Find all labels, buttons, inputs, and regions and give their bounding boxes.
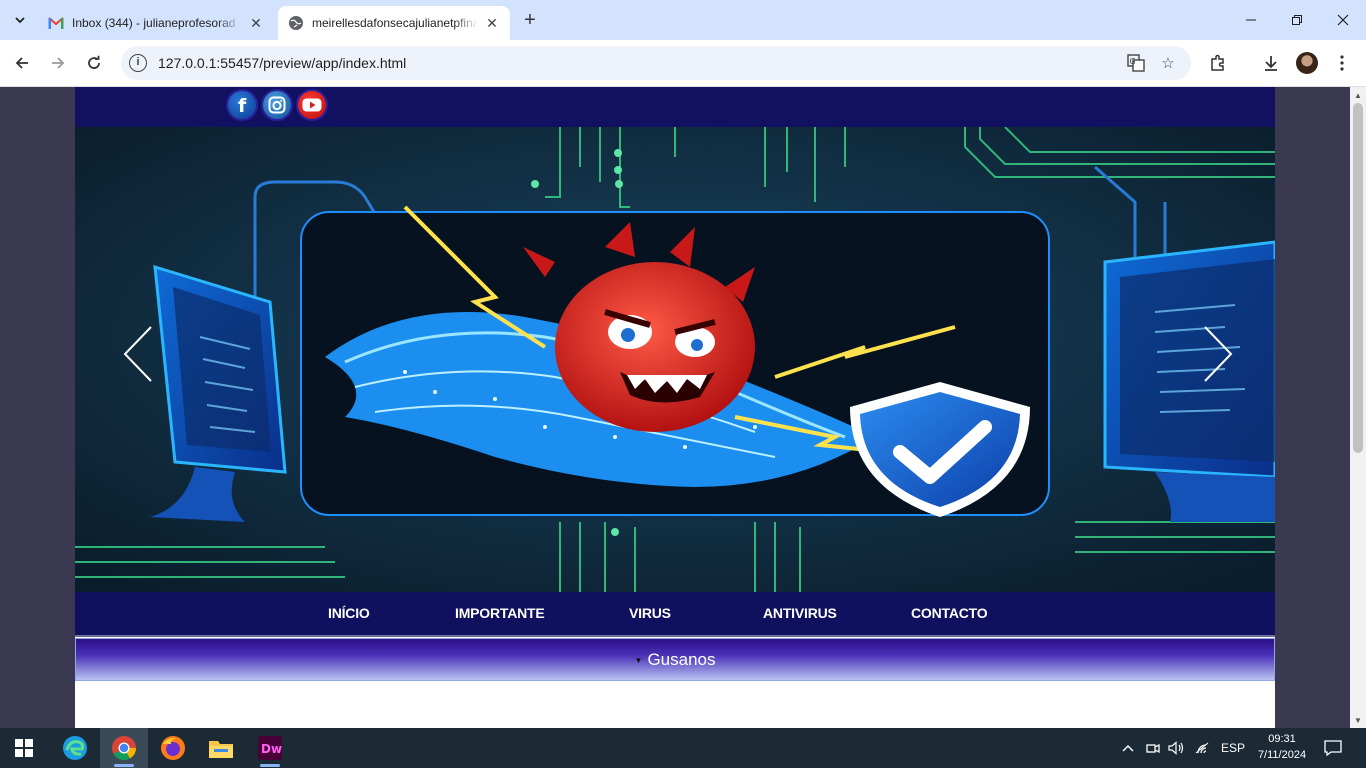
minimize-button[interactable] (1228, 0, 1274, 40)
forward-button[interactable] (45, 50, 71, 76)
tab-search-button[interactable] (8, 8, 32, 32)
active-app-indicator (114, 764, 134, 767)
taskbar-dreamweaver[interactable]: Dw (246, 728, 294, 768)
tab-preview[interactable]: meirellesdafonsecajulianetpfina ✕ (278, 6, 510, 40)
extensions-button[interactable] (1205, 50, 1231, 76)
download-icon (1265, 56, 1277, 71)
meet-now-icon[interactable] (1146, 728, 1160, 768)
avatar (1296, 52, 1318, 74)
site-container: f INÍCIO IMPORTANTE VIRUS ANTIVIRUS CONT… (75, 87, 1275, 728)
dreamweaver-icon: Dw (258, 736, 282, 760)
clock-time: 09:31 (1268, 733, 1296, 745)
youtube-icon (302, 98, 322, 112)
caret-down-icon: ▼ (634, 656, 643, 665)
downloads-button[interactable] (1258, 50, 1284, 76)
scroll-up-icon[interactable]: ▲ (1353, 91, 1363, 100)
close-window-button[interactable] (1320, 0, 1366, 40)
restore-icon (1292, 15, 1302, 25)
chevron-up-icon (1122, 744, 1134, 752)
restore-button[interactable] (1274, 0, 1320, 40)
gmail-icon (48, 15, 64, 31)
scrollbar-thumb[interactable] (1353, 103, 1363, 453)
close-tab-icon[interactable]: ✕ (484, 15, 500, 31)
minimize-icon (1246, 19, 1256, 21)
close-tab-icon[interactable]: ✕ (248, 15, 264, 31)
instagram-icon (268, 96, 286, 114)
system-clock[interactable]: 09:31 7/11/2024 (1254, 731, 1310, 763)
menu-item-inicio[interactable]: INÍCIO (328, 605, 370, 621)
notification-icon (1324, 740, 1342, 756)
svg-text:f: f (238, 95, 247, 115)
active-app-indicator (260, 764, 280, 767)
carousel-next-button[interactable] (1197, 322, 1237, 392)
main-menu: INÍCIO IMPORTANTE VIRUS ANTIVIRUS CONTAC… (75, 592, 1275, 637)
taskbar-firefox[interactable] (149, 728, 197, 768)
globe-icon (288, 15, 304, 31)
chevron-left-icon (123, 326, 152, 382)
show-hidden-icons[interactable] (1121, 728, 1135, 768)
clock-date: 7/11/2024 (1257, 749, 1307, 761)
network-icon[interactable] (1194, 728, 1210, 768)
menu-item-contacto[interactable]: CONTACTO (911, 605, 988, 621)
edge-icon (63, 736, 87, 760)
browser-menu-button[interactable] (1329, 50, 1355, 76)
menu-item-antivirus[interactable]: ANTIVIRUS (763, 605, 837, 621)
puzzle-icon (1211, 54, 1224, 71)
accordion-gusanos[interactable]: ▼ Gusanos (75, 638, 1275, 681)
arrow-left-icon (15, 57, 28, 69)
taskbar-edge[interactable] (51, 728, 99, 768)
site-info-icon[interactable]: i (129, 54, 147, 72)
instagram-link[interactable] (261, 89, 293, 121)
folder-icon (209, 741, 233, 758)
arrow-right-icon (52, 57, 65, 69)
taskbar-file-explorer[interactable] (197, 728, 245, 768)
taskbar-chrome[interactable] (100, 728, 148, 768)
reload-icon (88, 55, 100, 69)
chrome-icon (112, 736, 136, 761)
menu-item-importante[interactable]: IMPORTANTE (455, 605, 545, 621)
page-scrollbar[interactable]: ▲ ▼ (1350, 87, 1366, 728)
new-tab-button[interactable]: + (519, 9, 541, 31)
translate-icon[interactable]: G (1126, 53, 1146, 73)
tab-gmail[interactable]: Inbox (344) - julianeprofesorad ✕ (38, 6, 274, 40)
svg-text:G: G (1130, 57, 1136, 66)
social-bar: f (75, 87, 1275, 127)
start-button[interactable] (0, 728, 48, 768)
chevron-right-icon (1204, 326, 1233, 382)
facebook-icon: f (238, 95, 247, 115)
language-indicator[interactable]: ESP (1221, 728, 1245, 768)
youtube-link[interactable] (296, 89, 328, 121)
scroll-down-icon[interactable]: ▼ (1353, 716, 1363, 725)
url-text: 127.0.0.1:55457/preview/app/index.html (158, 55, 407, 71)
windows-taskbar: Dw ESP 09:31 7/11/2024 (0, 728, 1366, 768)
chevron-down-icon (15, 17, 25, 24)
svg-text:Dw: Dw (261, 742, 282, 756)
profile-button[interactable] (1294, 50, 1320, 76)
menu-item-virus[interactable]: VIRUS (629, 605, 671, 621)
notifications-button[interactable] (1324, 728, 1342, 768)
tab-strip: Inbox (344) - julianeprofesorad ✕ meirel… (0, 0, 1366, 40)
hero-banner-image (75, 127, 1275, 592)
firefox-icon (161, 736, 185, 760)
tab-title: meirellesdafonsecajulianetpfina (312, 16, 478, 30)
tab-title: Inbox (344) - julianeprofesorad (72, 16, 236, 30)
reload-button[interactable] (81, 50, 107, 76)
browser-toolbar: i 127.0.0.1:55457/preview/app/index.html… (0, 40, 1366, 87)
volume-icon[interactable] (1168, 728, 1186, 768)
page-viewport: f INÍCIO IMPORTANTE VIRUS ANTIVIRUS CONT… (0, 87, 1350, 728)
bookmark-star-icon[interactable]: ☆ (1158, 53, 1178, 73)
more-vert-icon (1340, 55, 1344, 71)
windows-logo-icon (15, 739, 33, 757)
hero-carousel (75, 127, 1275, 592)
address-bar[interactable]: i 127.0.0.1:55457/preview/app/index.html… (121, 46, 1191, 80)
back-button[interactable] (9, 50, 35, 76)
carousel-prev-button[interactable] (119, 322, 159, 392)
facebook-link[interactable]: f (226, 89, 258, 121)
accordion-title: Gusanos (647, 649, 716, 669)
close-icon (1337, 14, 1349, 26)
